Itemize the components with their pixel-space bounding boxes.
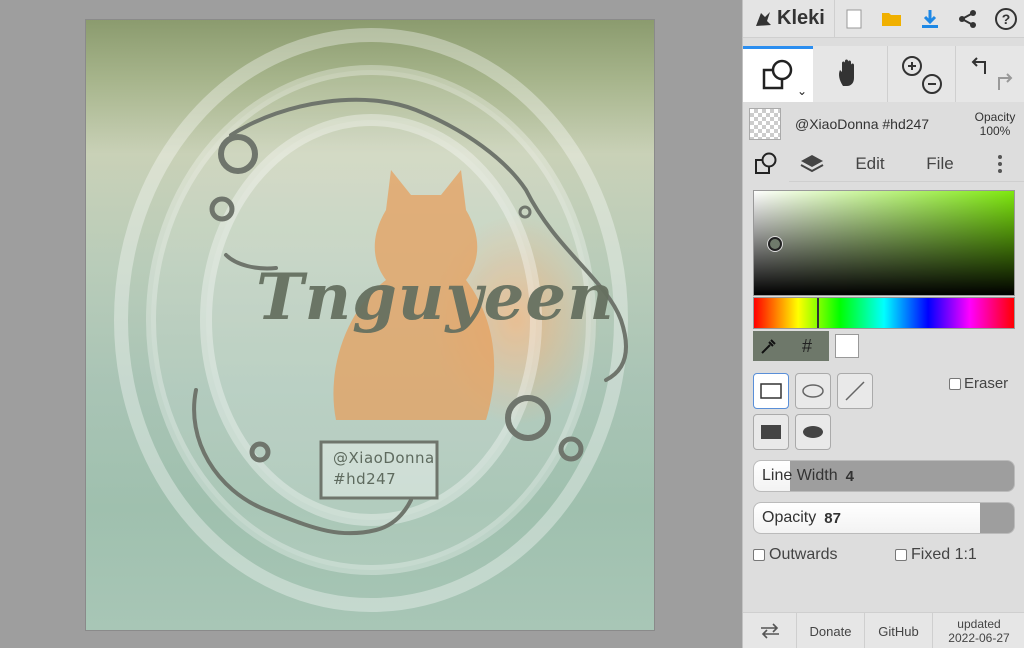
fixed-ratio-toggle[interactable]: Fixed 1:1	[895, 546, 977, 564]
shape-fill-row	[753, 414, 831, 450]
tab-layers[interactable]	[789, 146, 835, 182]
more-menu-button[interactable]	[975, 146, 1024, 182]
app-name: Kleki	[777, 7, 825, 29]
undo-redo-controls	[955, 46, 1024, 102]
tab-row: Edit File	[743, 145, 1024, 182]
open-folder-icon	[881, 12, 901, 26]
layers-icon	[800, 154, 824, 172]
opacity-value: 87	[824, 509, 841, 527]
fixed-ratio-checkbox[interactable]	[895, 549, 907, 561]
line-width-value: 4	[845, 467, 854, 485]
layer-preview-row: @XiaoDonna #hd247 Opacity 100%	[743, 104, 1024, 144]
hue-slider-knob[interactable]	[817, 298, 819, 328]
layer-opacity: Opacity 100%	[965, 110, 1024, 138]
ellipse-outline-button[interactable]	[795, 373, 831, 409]
hand-icon	[839, 59, 854, 86]
kleki-logo[interactable]: Kleki	[743, 0, 835, 38]
zoom-in-icon[interactable]	[901, 56, 922, 76]
download-button[interactable]	[911, 0, 949, 38]
tab-edit[interactable]: Edit	[835, 146, 905, 182]
hex-input-button[interactable]: #	[785, 331, 829, 361]
canvas-area[interactable]: Tnguyeen @XiaoDonna #hd247	[0, 0, 742, 648]
line-button[interactable]	[837, 373, 873, 409]
outwards-checkbox[interactable]	[753, 549, 765, 561]
outwards-toggle[interactable]: Outwards	[753, 546, 895, 564]
svg-text:?: ?	[1002, 11, 1011, 27]
updated-label: updated	[957, 617, 1001, 631]
eraser-label: Eraser	[964, 375, 1009, 392]
sv-picker-knob[interactable]	[768, 237, 782, 251]
download-icon	[921, 9, 938, 28]
shape-tool-button[interactable]: ⌄	[743, 46, 813, 102]
new-file-button[interactable]	[835, 0, 873, 38]
secondary-color-swatch[interactable]	[835, 334, 859, 358]
line-width-label: Line Width	[762, 467, 838, 484]
filled-rectangle-icon	[761, 425, 781, 439]
shape-tool-icon	[762, 59, 793, 89]
top-bar: Kleki ?	[743, 0, 1024, 38]
artwork-title-text: Tnguyeen	[256, 260, 615, 335]
donate-link[interactable]: Donate	[797, 613, 865, 648]
zoom-controls	[887, 46, 955, 102]
watermark-line2: #hd247	[333, 470, 397, 488]
footer-bar: Donate GitHub updated 2022-06-27	[743, 612, 1024, 648]
saturation-value-picker[interactable]	[753, 190, 1015, 296]
eraser-toggle[interactable]: Eraser	[949, 375, 1008, 392]
share-icon	[958, 9, 976, 28]
fixed-ratio-label: Fixed 1:1	[911, 546, 977, 563]
shape-tool-icon	[755, 152, 777, 174]
open-file-button[interactable]	[873, 0, 911, 38]
help-icon: ?	[994, 7, 1017, 30]
outwards-label: Outwards	[769, 546, 838, 563]
updated-info[interactable]: updated 2022-06-27	[933, 613, 1024, 648]
ellipse-filled-button[interactable]	[795, 414, 831, 450]
tool-row: ⌄	[743, 46, 1024, 102]
layer-opacity-value: 100%	[979, 124, 1011, 138]
zoom-icons	[901, 56, 942, 94]
github-link[interactable]: GitHub	[865, 613, 933, 648]
chevron-down-icon[interactable]: ⌄	[797, 84, 807, 98]
line-width-slider[interactable]: Line Width 4	[753, 460, 1015, 492]
updated-date: 2022-06-27	[948, 631, 1010, 645]
rectangle-filled-button[interactable]	[753, 414, 789, 450]
filled-ellipse-icon	[803, 426, 823, 438]
ellipse-icon	[802, 384, 824, 398]
swap-panel-side-button[interactable]	[743, 613, 797, 648]
help-button[interactable]: ?	[987, 0, 1024, 38]
layer-name: @XiaoDonna #hd247	[795, 116, 930, 132]
shape-options-row: Outwards Fixed 1:1	[753, 546, 1015, 564]
undo-redo-icons	[971, 57, 1012, 90]
rectangle-icon	[760, 383, 782, 399]
hue-slider[interactable]	[753, 297, 1015, 329]
more-vertical-icon	[998, 154, 1002, 173]
new-file-icon	[846, 9, 862, 28]
zoom-out-icon[interactable]	[921, 74, 942, 94]
drawing-canvas[interactable]: Tnguyeen @XiaoDonna #hd247	[85, 19, 655, 631]
opacity-label: Opacity	[762, 509, 817, 526]
rectangle-outline-button[interactable]	[753, 373, 789, 409]
layer-thumbnail[interactable]	[749, 108, 781, 140]
layer-opacity-label: Opacity	[974, 110, 1016, 124]
line-icon	[845, 381, 865, 401]
redo-icon[interactable]	[997, 73, 1012, 90]
tab-brush-settings[interactable]	[743, 145, 789, 182]
eyedropper-button[interactable]	[753, 331, 785, 361]
eraser-checkbox[interactable]	[949, 377, 961, 390]
watermark-line1: @XiaoDonna	[333, 449, 435, 467]
opacity-slider[interactable]: Opacity 87	[753, 502, 1015, 534]
tool-panel: Kleki ? ⌄ @XiaoDonna #hd247 Opacity 100%…	[742, 0, 1024, 648]
undo-icon[interactable]	[971, 57, 986, 74]
shape-type-row	[753, 373, 873, 409]
eyedropper-icon	[761, 339, 776, 354]
color-picker-row: #	[753, 331, 1015, 361]
share-button[interactable]	[949, 0, 987, 38]
hand-tool-button[interactable]	[813, 46, 887, 102]
swap-arrows-icon	[760, 623, 779, 639]
kleki-logo-icon	[756, 11, 771, 26]
tab-file[interactable]: File	[905, 146, 975, 182]
shape-settings: # Eraser Line Width 4 Opacity 87 Outward…	[743, 182, 1024, 612]
